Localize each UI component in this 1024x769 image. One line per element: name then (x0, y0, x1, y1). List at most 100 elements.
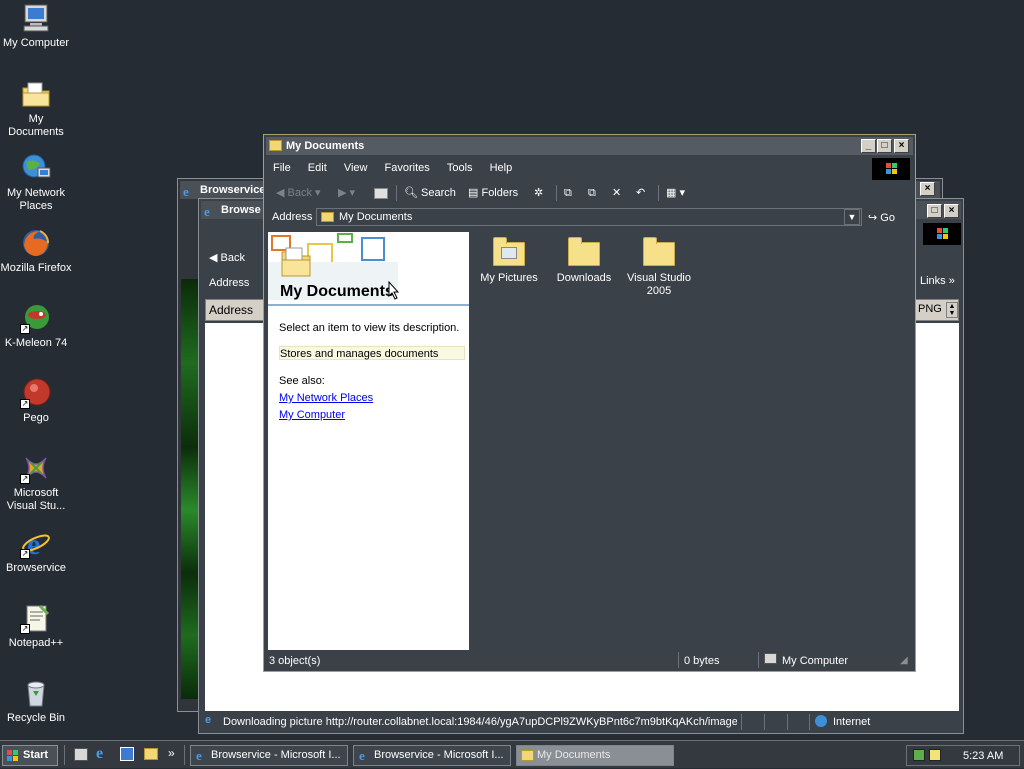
menu-file[interactable]: File (266, 157, 298, 179)
ie-page-icon: e (205, 714, 212, 726)
taskbar-button-my-documents[interactable]: My Documents (516, 745, 674, 766)
desktop-icon-my-computer[interactable]: My Computer (0, 2, 72, 50)
back-button[interactable]: ◀ Back (209, 251, 245, 264)
search-label: Search (421, 187, 456, 199)
move-to-button[interactable]: ⧉ (564, 185, 572, 201)
history-icon: ✲ (534, 187, 544, 199)
quicklaunch-ie-icon[interactable]: e (96, 745, 103, 763)
maximize-button[interactable]: □ (927, 204, 942, 218)
menu-tools[interactable]: Tools (440, 157, 480, 179)
folder-label: Visual Studio 2005 (626, 272, 691, 297)
window-title: My Documents (286, 140, 365, 152)
resize-grip-icon[interactable]: ◢ (900, 655, 908, 666)
desktop-icon-network-places[interactable]: My Network Places (0, 152, 72, 213)
link-my-computer[interactable]: My Computer (279, 409, 345, 421)
folders-button[interactable]: ▤ Folders (468, 185, 518, 201)
shortcut-arrow-icon: ↗ (20, 399, 30, 409)
menu-edit[interactable]: Edit (301, 157, 334, 179)
menu-bar: File Edit View Favorites Tools Help (266, 157, 913, 179)
address-label-2: Address (209, 303, 254, 317)
my-documents-window[interactable]: My Documents _ □ × File Edit View Favori… (263, 134, 916, 672)
spin-button[interactable]: ▲ ▼ (946, 302, 958, 318)
forward-button[interactable]: ▶ ▾ (338, 185, 355, 201)
close-button[interactable]: × (894, 139, 909, 153)
window-title: Browse (221, 204, 261, 216)
link-my-network-places[interactable]: My Network Places (279, 392, 373, 404)
folder-item-downloads[interactable]: Downloads (548, 236, 620, 285)
views-icon: ▦ (666, 187, 677, 199)
start-button[interactable]: Start (2, 745, 58, 766)
computer-icon (20, 2, 52, 34)
taskbar-button-label: My Documents (537, 749, 611, 761)
maximize-button[interactable]: □ (877, 139, 892, 153)
ie-icon: e (204, 204, 210, 219)
folder-icon (643, 237, 675, 266)
network-tray-icon[interactable] (913, 749, 925, 761)
desktop-icon-label: My Network Places (6, 187, 66, 212)
desktop-icon-browservice[interactable]: e ↗ Browservice (0, 527, 72, 575)
quicklaunch-more-icon[interactable]: » (168, 746, 175, 760)
details-pane: My Documents Select an item to view its … (268, 232, 469, 650)
folder-item-my-pictures[interactable]: My Pictures (473, 236, 545, 285)
menu-view[interactable]: View (337, 157, 375, 179)
quicklaunch-desktop-icon[interactable] (74, 748, 88, 761)
folders-icon: ▤ (468, 187, 479, 199)
quicklaunch-outlook-icon[interactable] (120, 747, 134, 761)
address-input[interactable]: My Documents (316, 208, 862, 226)
address-label: Address (209, 277, 250, 289)
search-button[interactable]: 🔍︎ Search (404, 185, 456, 201)
globe-icon (815, 715, 827, 727)
close-button[interactable]: × (920, 182, 935, 196)
back-button[interactable]: ◀ Back ▾ (276, 185, 321, 201)
mouse-cursor-icon (388, 280, 400, 303)
desktop-icon-kmeleon[interactable]: ↗ K-Meleon 74 (0, 302, 72, 350)
desktop-icon-label: My Documents (8, 113, 64, 138)
undo-button[interactable]: ↶ (636, 185, 645, 201)
png-label: PNG (918, 303, 942, 315)
search-icon: 🔍︎ (404, 187, 418, 199)
network-places-icon (20, 152, 52, 184)
desktop-icon-my-documents[interactable]: My Documents (0, 78, 72, 139)
desktop-icon-notepadpp[interactable]: ↗ Notepad++ (0, 602, 72, 650)
clock: 5:23 AM (963, 750, 1004, 762)
desktop-icon-visual-studio[interactable]: ↗ Microsoft Visual Stu... (0, 452, 72, 513)
taskbar-button-label: Browservice - Microsoft I... (374, 749, 504, 761)
up-folder-button[interactable] (374, 185, 388, 201)
desktop-icon-pego[interactable]: ↗ Pego (0, 377, 72, 425)
status-bar: 3 object(s) 0 bytes My Computer ◢ (266, 651, 913, 669)
shortcut-arrow-icon: ↗ (20, 324, 30, 334)
go-button[interactable]: ↪ Go (868, 211, 895, 224)
address-dropdown-button[interactable]: ▼ (844, 209, 860, 225)
folder-label: My Pictures (480, 272, 538, 284)
desktop-icon-firefox[interactable]: Mozilla Firefox (0, 227, 72, 275)
window-titlebar[interactable]: My Documents (266, 137, 913, 155)
folder-icon (568, 237, 600, 266)
taskbar-button-browservice-2[interactable]: e Browservice - Microsoft I... (353, 745, 511, 766)
toolbar: ◀ Back ▾ ▶ ▾ 🔍︎ Search ▤ Folders ✲ ⧉ ⧉ ✕… (266, 181, 913, 205)
window-title: Browservice (200, 184, 266, 196)
minimize-button[interactable]: _ (861, 139, 876, 153)
pictures-folder-icon (493, 237, 525, 266)
folder-item-visual-studio-2005[interactable]: Visual Studio 2005 (623, 236, 695, 298)
go-arrow-icon: ↪ (868, 212, 878, 224)
ie-icon: e (359, 748, 365, 763)
address-value: My Documents (339, 211, 413, 223)
desktop-icon-recycle-bin[interactable]: Recycle Bin (0, 677, 72, 725)
computer-icon (764, 653, 777, 664)
zone-label: Internet (833, 716, 871, 728)
taskbar-button-browservice-1[interactable]: e Browservice - Microsoft I... (190, 745, 348, 766)
views-button[interactable]: ▦ ▾ (666, 185, 685, 201)
copy-to-button[interactable]: ⧉ (588, 185, 596, 201)
file-list-area[interactable]: My Pictures Downloads Visual Studio 2005 (469, 232, 911, 650)
menu-help[interactable]: Help (483, 157, 520, 179)
links-button[interactable]: Links » (920, 275, 955, 287)
delete-button[interactable]: ✕ (612, 185, 621, 201)
quicklaunch-explorer-icon[interactable] (144, 748, 158, 760)
history-button[interactable]: ✲ (534, 185, 543, 201)
menu-favorites[interactable]: Favorites (378, 157, 437, 179)
notepad-tray-icon[interactable] (929, 749, 941, 761)
folder-label: Downloads (556, 272, 612, 284)
close-button[interactable]: × (944, 204, 959, 218)
desktop-icon-label: Mozilla Firefox (0, 262, 72, 274)
address-row: Address My Documents ▼ ↪ Go (266, 206, 913, 228)
